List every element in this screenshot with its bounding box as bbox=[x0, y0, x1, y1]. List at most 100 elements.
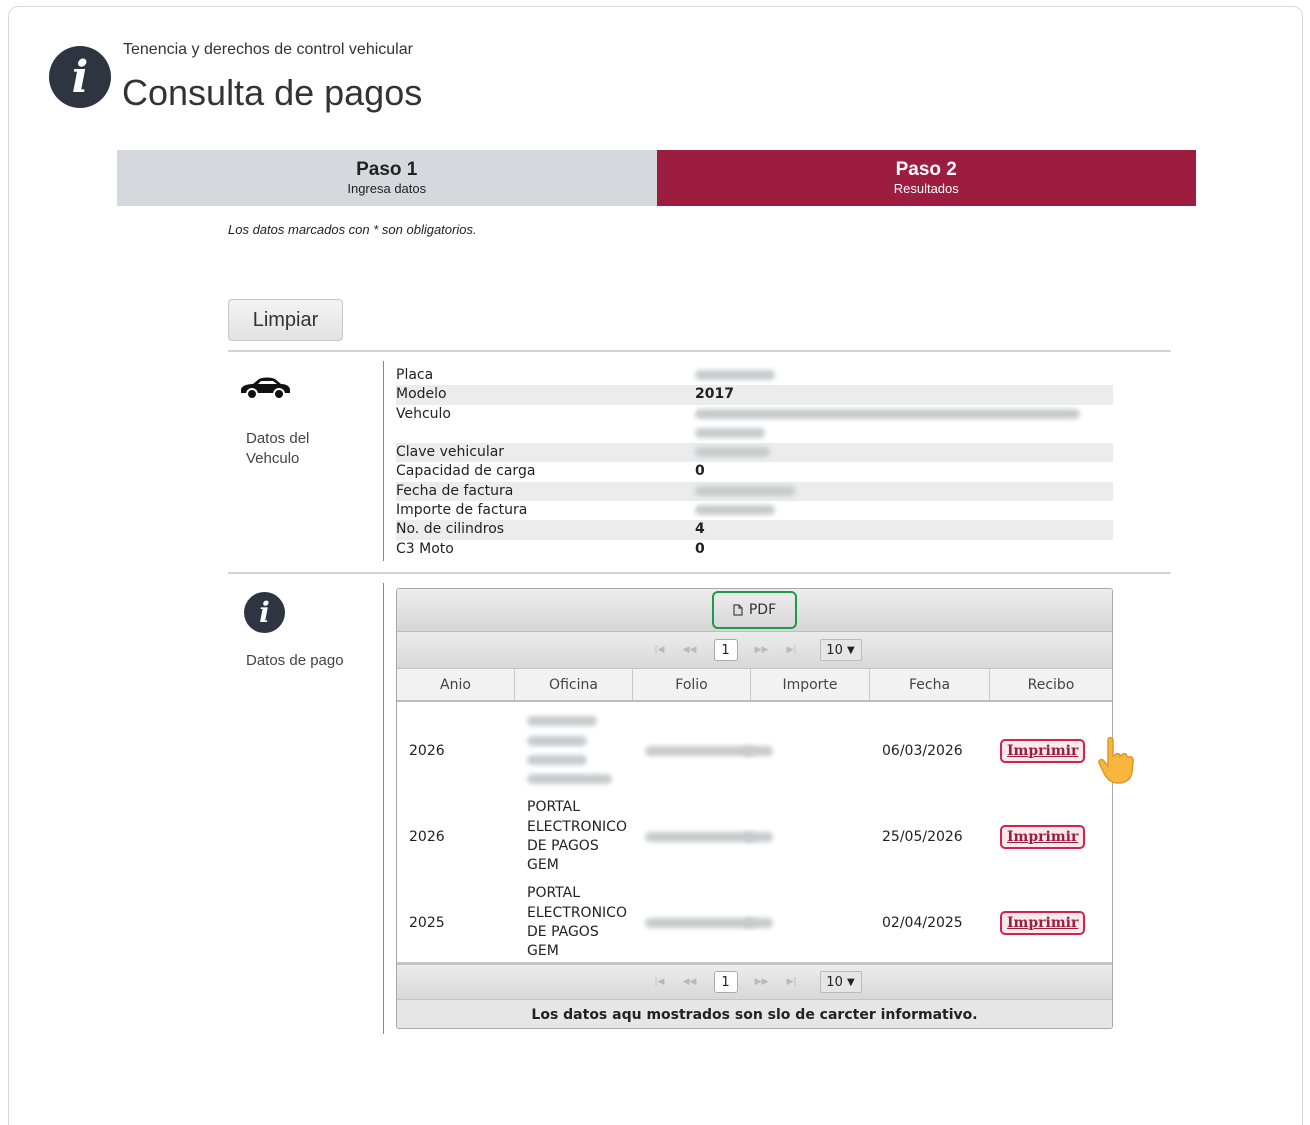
col-recibo[interactable]: Recibo bbox=[990, 669, 1112, 700]
row-value: 4 bbox=[695, 521, 705, 538]
pager-top: |◀ ◀◀ 1 ▶▶ ▶| 10 ▼ bbox=[397, 632, 1112, 669]
cell-recibo: Imprimir bbox=[990, 739, 1112, 763]
row-key: Placa bbox=[396, 367, 434, 383]
page-size-value: 10 bbox=[826, 642, 843, 658]
page-size-select[interactable]: 10 ▼ bbox=[819, 971, 862, 993]
step-2-subtitle: Resultados bbox=[893, 181, 959, 196]
last-page-icon[interactable]: ▶| bbox=[780, 641, 804, 659]
page-size-select[interactable]: 10 ▼ bbox=[819, 639, 862, 661]
payment-section-label: Datos de pago bbox=[246, 652, 344, 669]
cell-recibo: Imprimir bbox=[990, 825, 1112, 849]
chevron-down-icon: ▼ bbox=[846, 976, 855, 988]
cell-anio: 2026 bbox=[409, 829, 445, 845]
cell-folio bbox=[633, 743, 755, 759]
hand-pointer-icon bbox=[1098, 737, 1134, 784]
table-row: 2026 06/03/2026 Imprimir bbox=[397, 708, 1112, 794]
page-subtitle: Tenencia y derechos de control vehicular bbox=[123, 41, 413, 58]
cell-fecha: 02/04/2025 bbox=[882, 915, 963, 931]
vehicle-row-cilindros: No. de cilindros 4 bbox=[396, 520, 1113, 540]
row-key: Clave vehicular bbox=[396, 444, 505, 461]
row-key: Modelo bbox=[396, 386, 447, 403]
step-2-title: Paso 2 bbox=[895, 159, 957, 180]
prev-page-icon[interactable]: ◀◀ bbox=[678, 641, 702, 659]
col-oficina[interactable]: Oficina bbox=[515, 669, 633, 700]
row-value bbox=[695, 501, 1113, 520]
pdf-button[interactable]: PDF bbox=[712, 591, 797, 629]
row-value bbox=[695, 482, 1113, 501]
info-icon: i bbox=[244, 592, 285, 633]
row-value bbox=[695, 405, 1113, 444]
pdf-label: PDF bbox=[748, 602, 777, 618]
col-folio[interactable]: Folio bbox=[633, 669, 751, 700]
cell-oficina bbox=[515, 712, 633, 789]
cell-importe bbox=[743, 743, 870, 759]
vehicle-row-importe-factura: Importe de factura bbox=[396, 501, 1113, 520]
col-importe[interactable]: Importe bbox=[751, 669, 870, 700]
vehicle-row-c3-moto: C3 Moto 0 bbox=[396, 540, 1113, 559]
col-anio[interactable]: Anio bbox=[397, 669, 515, 700]
first-page-icon[interactable]: |◀ bbox=[648, 641, 672, 659]
step-1-subtitle: Ingresa datos bbox=[347, 181, 427, 196]
cell-importe bbox=[743, 915, 870, 931]
row-key: C3 Moto bbox=[396, 540, 454, 557]
pager-bottom: |◀ ◀◀ 1 ▶▶ ▶| 10 ▼ bbox=[397, 962, 1112, 1000]
row-value: 0 bbox=[695, 463, 705, 480]
current-page[interactable]: 1 bbox=[713, 971, 738, 993]
cell-folio bbox=[633, 915, 755, 931]
page-title: Consulta de pagos bbox=[122, 72, 423, 113]
next-page-icon[interactable]: ▶▶ bbox=[750, 641, 774, 659]
step-1-title: Paso 1 bbox=[356, 159, 418, 180]
car-icon bbox=[241, 377, 290, 400]
vehicle-section-label: Datos del Vehculo bbox=[246, 430, 310, 467]
vehicle-row-modelo: Modelo 2017 bbox=[396, 385, 1113, 405]
row-key: Vehculo bbox=[396, 405, 452, 422]
row-key: No. de cilindros bbox=[396, 521, 505, 538]
payments-grid: PDF |◀ ◀◀ 1 ▶▶ ▶| 10 ▼ Anio Oficina Foli… bbox=[396, 588, 1113, 1029]
cell-anio: 2025 bbox=[409, 915, 445, 931]
cell-recibo: Imprimir bbox=[990, 911, 1112, 935]
cell-fecha: 25/05/2026 bbox=[882, 829, 963, 845]
current-page[interactable]: 1 bbox=[713, 639, 738, 661]
cell-fecha: 06/03/2026 bbox=[882, 743, 963, 759]
prev-page-icon[interactable]: ◀◀ bbox=[678, 973, 702, 991]
divider bbox=[228, 572, 1171, 574]
table-row: 2026 PORTAL ELECTRONICO DE PAGOS GEM 25/… bbox=[397, 794, 1112, 880]
row-key: Importe de factura bbox=[396, 502, 528, 519]
vehicle-row-fecha-factura: Fecha de factura bbox=[396, 481, 1113, 502]
required-note: Los datos marcados con * son obligatorio… bbox=[228, 222, 477, 237]
chevron-down-icon: ▼ bbox=[846, 644, 855, 656]
section-divider bbox=[383, 361, 384, 561]
print-receipt-button[interactable]: Imprimir bbox=[1000, 739, 1086, 763]
info-icon: i bbox=[49, 46, 111, 108]
vehicle-row-clave: Clave vehicular bbox=[396, 443, 1113, 463]
next-page-icon[interactable]: ▶▶ bbox=[750, 973, 774, 991]
row-value bbox=[695, 366, 1113, 385]
vehicle-row-vehiculo: Vehculo bbox=[396, 405, 1113, 444]
table-body: 2026 06/03/2026 Imprimir 2026 PORTAL ELE… bbox=[397, 702, 1112, 966]
clear-button[interactable]: Limpiar bbox=[228, 299, 343, 341]
cell-anio: 2026 bbox=[409, 743, 445, 759]
step-indicator: Paso 1 Ingresa datos Paso 2 Resultados bbox=[117, 150, 1196, 206]
section-divider bbox=[383, 583, 384, 1034]
col-fecha[interactable]: Fecha bbox=[870, 669, 990, 700]
step-1[interactable]: Paso 1 Ingresa datos bbox=[117, 150, 657, 206]
step-2[interactable]: Paso 2 Resultados bbox=[656, 150, 1196, 206]
vehicle-row-capacidad: Capacidad de carga 0 bbox=[396, 462, 1113, 481]
page-size-value: 10 bbox=[826, 974, 843, 990]
info-footnote: Los datos aqu mostrados son slo de carct… bbox=[397, 1000, 1112, 1028]
divider bbox=[228, 350, 1171, 352]
table-header: Anio Oficina Folio Importe Fecha Recibo bbox=[397, 669, 1112, 702]
print-receipt-button[interactable]: Imprimir bbox=[1000, 825, 1086, 849]
cell-importe bbox=[743, 829, 870, 845]
row-value: 0 bbox=[695, 540, 705, 557]
cell-folio bbox=[633, 829, 755, 845]
document-icon bbox=[733, 604, 743, 616]
print-receipt-button[interactable]: Imprimir bbox=[1000, 911, 1086, 935]
cell-oficina: PORTAL ELECTRONICO DE PAGOS GEM bbox=[527, 799, 627, 874]
grid-toolbar: PDF bbox=[397, 589, 1112, 632]
last-page-icon[interactable]: ▶| bbox=[780, 973, 804, 991]
row-key: Fecha de factura bbox=[396, 482, 514, 499]
row-value: 2017 bbox=[695, 386, 734, 403]
first-page-icon[interactable]: |◀ bbox=[648, 973, 672, 991]
cell-oficina: PORTAL ELECTRONICO DE PAGOS GEM bbox=[527, 885, 627, 960]
